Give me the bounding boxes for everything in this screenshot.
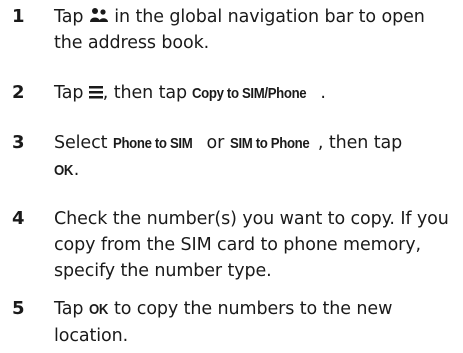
- step-text-part: Tap: [54, 83, 84, 103]
- step-text-part: Tap: [54, 299, 84, 319]
- step-number: 2: [12, 82, 25, 103]
- step-text-part: in the global navigation bar to open the…: [54, 7, 425, 53]
- step-number: 1: [12, 6, 25, 27]
- command-label: Copy to SIM/Phone: [192, 85, 307, 102]
- step-number: 5: [12, 298, 25, 319]
- step-text-part: , then tap: [102, 83, 187, 103]
- step-text-part: Tap: [54, 7, 84, 27]
- step-text-part: Select: [54, 133, 108, 153]
- step-number: 3: [12, 132, 25, 153]
- step-text-part: , then tap: [317, 133, 403, 153]
- step-text: Tap , then tap Copy to SIM/Phone.: [54, 80, 454, 107]
- command-label: OK: [88, 301, 108, 318]
- contacts-icon: [89, 7, 109, 23]
- command-label: Phone to SIM: [112, 135, 193, 152]
- step-number: 4: [12, 208, 25, 229]
- step-text-part: or: [206, 133, 225, 153]
- command-label: OK: [54, 162, 74, 179]
- step-text: Check the number(s) you want to copy. If…: [54, 209, 449, 281]
- step-text-part: .: [320, 83, 326, 103]
- step-text: Select Phone to SIM or SIM to Phone , the…: [54, 130, 454, 184]
- step-text-part: .: [73, 160, 80, 180]
- step-text: Tap in the global navigation bar to open…: [54, 4, 454, 56]
- step-text: Tap OK to copy the numbers to the new lo…: [54, 296, 454, 349]
- menu-icon: [88, 86, 103, 99]
- command-label: SIM to Phone: [229, 135, 310, 152]
